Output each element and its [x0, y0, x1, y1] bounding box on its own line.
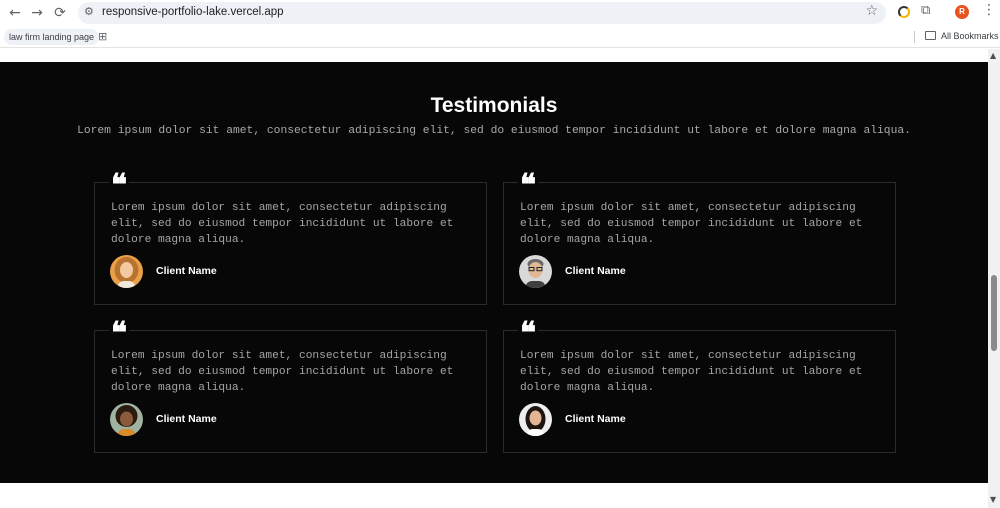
folder-icon[interactable] — [925, 31, 936, 40]
bookmark-law-firm[interactable]: law firm landing page — [4, 29, 100, 45]
extensions-icon[interactable]: ⧉ — [921, 3, 930, 18]
woman-dark-hair-avatar-icon — [519, 403, 552, 436]
testimonial-card: ❝ Lorem ipsum dolor sit amet, consectetu… — [94, 319, 487, 453]
client-avatar — [110, 255, 143, 288]
client-name: Client Name — [565, 413, 626, 425]
testimonial-text: Lorem ipsum dolor sit amet, consectetur … — [520, 202, 863, 246]
quote-icon: ❝ — [109, 168, 130, 203]
address-bar[interactable]: ⚙ responsive-portfolio-lake.vercel.app ☆ — [78, 2, 886, 24]
reload-button[interactable]: ⟳ — [51, 4, 69, 22]
testimonial-text: Lorem ipsum dolor sit amet, consectetur … — [520, 350, 863, 394]
quote-icon: ❝ — [109, 316, 130, 351]
section-title: Testimonials — [430, 94, 558, 117]
client-avatar — [519, 403, 552, 436]
forward-button[interactable]: → — [28, 4, 46, 22]
woman-curly-hair-avatar-icon — [110, 255, 143, 288]
back-button[interactable]: ← — [6, 4, 24, 22]
testimonial-card: ❝ Lorem ipsum dolor sit amet, consectetu… — [503, 171, 896, 305]
scroll-down-arrow-icon[interactable]: ▼ — [990, 495, 996, 504]
section-subtitle: Lorem ipsum dolor sit amet, consectetur … — [77, 125, 911, 137]
vertical-scrollbar[interactable]: ▲ ▼ — [988, 49, 1000, 508]
client-avatar — [519, 255, 552, 288]
quote-icon: ❝ — [518, 168, 539, 203]
testimonial-card: ❝ Lorem ipsum dolor sit amet, consectetu… — [503, 319, 896, 453]
page-bottom-strip — [0, 483, 988, 508]
testimonial-card: ❝ Lorem ipsum dolor sit amet, consectetu… — [94, 171, 487, 305]
browser-toolbar: ← → ⟳ ⚙ responsive-portfolio-lake.vercel… — [0, 0, 1000, 26]
star-icon[interactable]: ☆ — [865, 3, 878, 19]
profile-avatar[interactable]: R — [955, 5, 969, 19]
bookmarks-bar: law firm landing page ⊞ All Bookmarks — [0, 26, 1000, 48]
testimonial-text: Lorem ipsum dolor sit amet, consectetur … — [111, 202, 454, 246]
woman-afro-avatar-icon — [110, 403, 143, 436]
client-name: Client Name — [156, 413, 217, 425]
tune-icon[interactable]: ⚙ — [84, 5, 94, 18]
extension-ring-icon[interactable] — [898, 6, 910, 18]
client-avatar — [110, 403, 143, 436]
page-viewport: Testimonials Lorem ipsum dolor sit amet,… — [0, 49, 1000, 508]
client-name: Client Name — [156, 265, 217, 277]
testimonial-text: Lorem ipsum dolor sit amet, consectetur … — [111, 350, 454, 394]
page-top-strip — [0, 49, 988, 62]
scrollbar-thumb[interactable] — [991, 275, 997, 351]
url-text[interactable]: responsive-portfolio-lake.vercel.app — [102, 6, 284, 18]
apps-grid-icon[interactable]: ⊞ — [98, 30, 107, 43]
client-name: Client Name — [565, 265, 626, 277]
quote-icon: ❝ — [518, 316, 539, 351]
testimonials-section: Testimonials Lorem ipsum dolor sit amet,… — [0, 62, 988, 483]
bookmarks-divider — [914, 31, 915, 43]
man-glasses-avatar-icon — [519, 255, 552, 288]
scroll-up-arrow-icon[interactable]: ▲ — [990, 51, 996, 60]
all-bookmarks-link[interactable]: All Bookmarks — [941, 31, 999, 41]
menu-icon[interactable]: ⋮ — [982, 2, 996, 18]
